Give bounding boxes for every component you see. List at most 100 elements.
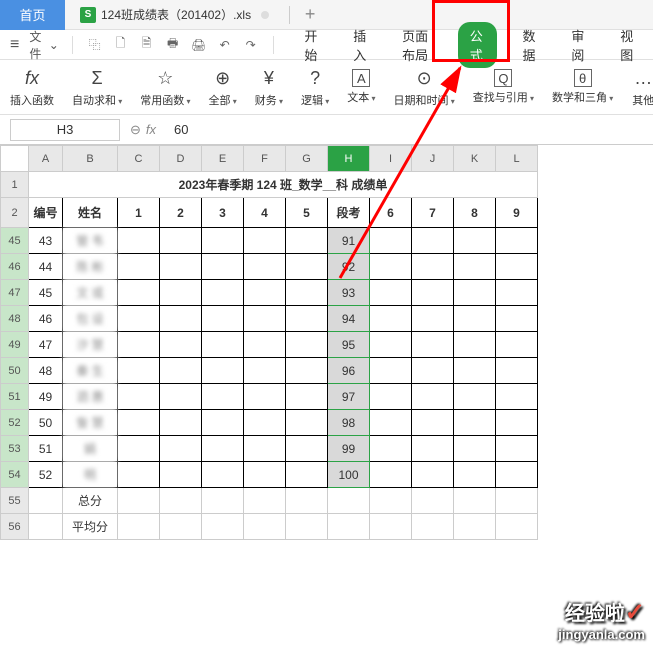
math-fn-button[interactable]: θ数学和三角 [552,69,613,105]
cell[interactable] [370,410,412,436]
finance-fn-button[interactable]: ¥财务 [255,66,283,108]
cell[interactable] [202,332,244,358]
cell[interactable] [244,306,286,332]
cell[interactable] [29,514,63,540]
grid[interactable]: A B C D E F G H I J K L 1 2023年春季期 124 班… [0,145,538,540]
common-fn-button[interactable]: ☆常用函数 [140,66,190,108]
col-header-L[interactable]: L [496,146,538,172]
cell-selected[interactable]: 96 [328,358,370,384]
cell[interactable] [202,280,244,306]
header-cell[interactable]: 9 [496,198,538,228]
cell[interactable] [496,436,538,462]
cell[interactable] [454,254,496,280]
cell[interactable] [202,384,244,410]
col-header-B[interactable]: B [63,146,118,172]
cell[interactable] [370,280,412,306]
lookup-fn-button[interactable]: Q查找与引用 [473,69,534,105]
qa-icon-4[interactable]: 🖶 [164,36,182,54]
cell[interactable]: 汐 慧 [63,332,118,358]
cell[interactable] [286,332,328,358]
cell[interactable]: 51 [29,436,63,462]
cell[interactable] [244,436,286,462]
cell[interactable] [286,306,328,332]
cell-selected[interactable]: 94 [328,306,370,332]
row-header[interactable]: 48 [1,306,29,332]
header-cell[interactable]: 编号 [29,198,63,228]
cell[interactable] [454,488,496,514]
cell[interactable] [160,228,202,254]
row-header[interactable]: 52 [1,410,29,436]
all-fn-button[interactable]: ⊕全部 [209,66,237,108]
qa-icon-2[interactable]: 🗋 [112,36,130,54]
undo-icon[interactable]: ↶ [216,36,234,54]
tab-review[interactable]: 审阅 [563,22,594,68]
row-header[interactable]: 45 [1,228,29,254]
cell[interactable] [370,436,412,462]
cell[interactable] [370,254,412,280]
qa-icon-3[interactable]: 🗎 [138,36,156,54]
header-cell[interactable]: 姓名 [63,198,118,228]
cell[interactable]: 明 [63,462,118,488]
datetime-fn-button[interactable]: ⊙日期和时间 [394,66,455,108]
cell[interactable] [118,514,160,540]
cell[interactable] [244,332,286,358]
cell[interactable] [202,488,244,514]
row-header[interactable]: 55 [1,488,29,514]
qa-icon-1[interactable]: ⿻ [86,36,104,54]
header-cell[interactable]: 7 [412,198,454,228]
cell[interactable] [496,384,538,410]
cell[interactable] [370,384,412,410]
cell[interactable] [244,514,286,540]
col-header-K[interactable]: K [454,146,496,172]
cell[interactable] [286,280,328,306]
cell[interactable] [454,410,496,436]
row-header[interactable]: 51 [1,384,29,410]
col-header-G[interactable]: G [286,146,328,172]
row-header-2[interactable]: 2 [1,198,29,228]
cell[interactable] [118,410,160,436]
col-header-J[interactable]: J [412,146,454,172]
header-cell[interactable]: 8 [454,198,496,228]
cell[interactable]: 管 韦 [63,228,118,254]
cell[interactable] [160,514,202,540]
tab-view[interactable]: 视图 [612,22,643,68]
cell-selected[interactable]: 92 [328,254,370,280]
cell[interactable] [244,280,286,306]
cell[interactable] [286,228,328,254]
cell[interactable]: 陈 彬 [63,254,118,280]
cell[interactable] [244,358,286,384]
cell[interactable] [160,254,202,280]
cell[interactable] [286,358,328,384]
row-header-1[interactable]: 1 [1,172,29,198]
cell[interactable] [286,410,328,436]
cell[interactable] [118,254,160,280]
cell[interactable] [370,462,412,488]
cell[interactable]: 娟 [63,436,118,462]
cell[interactable] [412,514,454,540]
cell[interactable] [202,514,244,540]
cell[interactable] [412,462,454,488]
cell[interactable]: 秦 生 [63,358,118,384]
cell[interactable] [412,358,454,384]
cell[interactable] [370,306,412,332]
home-tab[interactable]: 首页 [0,0,65,30]
cell[interactable] [496,410,538,436]
cell[interactable] [160,332,202,358]
cell[interactable] [160,306,202,332]
autosum-button[interactable]: Σ自动求和 [72,66,122,108]
cell[interactable] [29,488,63,514]
header-cell[interactable]: 1 [118,198,160,228]
cell[interactable] [160,488,202,514]
cell[interactable] [454,358,496,384]
tab-formula[interactable]: 公式 [458,22,497,68]
cell[interactable] [412,280,454,306]
cell-selected[interactable]: 100 [328,462,370,488]
cell[interactable] [412,488,454,514]
title-cell[interactable]: 2023年春季期 124 班_数学__科 成绩单 [29,172,538,198]
header-cell[interactable]: 5 [286,198,328,228]
cell[interactable] [454,514,496,540]
row-header[interactable]: 56 [1,514,29,540]
name-box[interactable]: H3 [10,119,120,141]
cell[interactable] [202,306,244,332]
cell[interactable] [202,436,244,462]
